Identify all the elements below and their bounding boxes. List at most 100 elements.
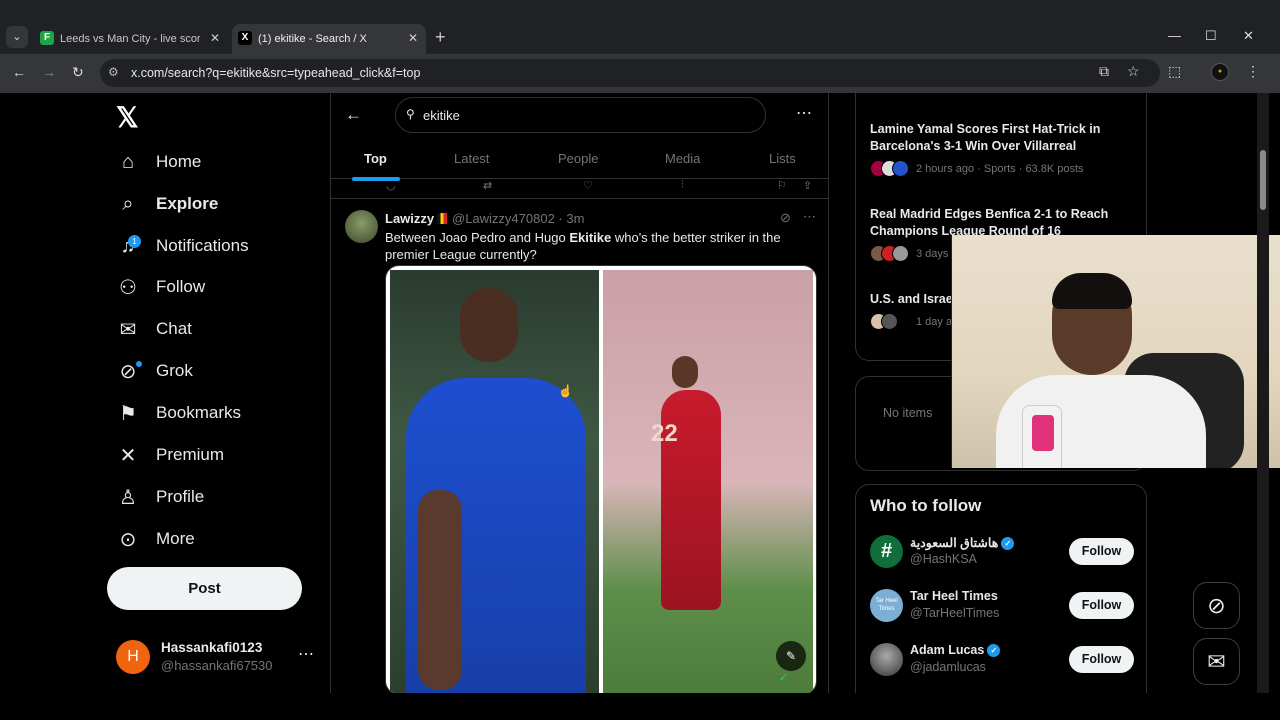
share-icon[interactable]: ⇪ (803, 179, 812, 192)
new-tab-icon[interactable]: + (435, 27, 446, 48)
follow-button[interactable]: Follow (1069, 538, 1134, 565)
nav-label: Explore (156, 194, 219, 213)
microphone-band (1032, 415, 1054, 451)
avatar[interactable] (870, 643, 903, 676)
nav-grok[interactable]: ⊘ Grok (116, 355, 193, 387)
tab-lists[interactable]: Lists (769, 151, 796, 166)
more-horizontal-icon[interactable]: ⋯ (298, 644, 314, 664)
tab-latest[interactable]: Latest (454, 151, 489, 166)
profile-avatar-icon[interactable]: ● (1211, 63, 1229, 81)
window-close-icon[interactable]: ✕ (1243, 28, 1254, 44)
nav-explore[interactable]: ⌕ Explore (116, 188, 218, 220)
reply-icon[interactable]: ◡ (386, 179, 396, 192)
reload-icon[interactable]: ↻ (72, 64, 84, 81)
nav-profile[interactable]: ♙ Profile (116, 481, 204, 513)
nav-label: Bookmarks (156, 403, 242, 422)
nav-more[interactable]: ⊙ More (116, 523, 195, 555)
avatar-stack (870, 160, 912, 177)
avatar[interactable] (345, 210, 378, 243)
news-item[interactable]: Lamine Yamal Scores First Hat-Trick in B… (870, 121, 1140, 177)
follow-button[interactable]: Follow (1069, 592, 1134, 619)
follow-suggestion[interactable]: # هاشتاق السعودية ✓ @HashKSA Follow (870, 533, 1140, 573)
suggestion-name[interactable]: Tar Heel Times (910, 589, 998, 603)
repost-icon[interactable]: ⇄ (483, 179, 492, 192)
home-icon: ⌂ (121, 150, 135, 173)
account-switcher[interactable]: H Hassankafi0123 @hassankafi67530 ⋯ (116, 636, 326, 680)
search-input[interactable]: ⚲ ekitike (395, 97, 766, 133)
news-title: Lamine Yamal Scores First Hat-Trick in B… (870, 122, 1101, 153)
search-icon: ⌕ (122, 192, 134, 215)
player-head (672, 356, 698, 388)
close-tab-icon[interactable]: ✕ (408, 31, 418, 45)
url-text: x.com/search?q=ekitike&src=typeahead_cli… (131, 66, 421, 80)
more-circle-icon: ⊙ (119, 528, 137, 551)
post-button[interactable]: Post (107, 567, 302, 610)
browser-menu-icon[interactable]: ⋮ (1246, 63, 1260, 80)
site-info-icon[interactable]: ⚙ (108, 65, 119, 79)
install-app-icon[interactable]: ⧉ (1099, 63, 1109, 80)
maximize-icon[interactable]: ☐ (1205, 28, 1217, 44)
account-handle: @hassankafi67530 (161, 658, 273, 673)
suggestion-handle: @TarHeelTimes (910, 606, 1000, 620)
previous-post-actions: ◡ ⇄ ♡ ⫶ ⚐ ⇪ (331, 179, 828, 199)
player-photo-left[interactable]: ☝ (390, 270, 599, 693)
tab-search-button[interactable]: ⌄ (6, 26, 28, 48)
nav-premium[interactable]: ✕ Premium (116, 439, 224, 471)
edit-image-icon[interactable]: ✎ (776, 641, 806, 671)
browser-toolbar: ← → ↻ ⚙ x.com/search?q=ekitike&src=typea… (0, 54, 1280, 93)
tweet[interactable]: Lawizzy @Lawizzy470802 · 3m ⊘ ⋯ Between … (331, 200, 828, 693)
tweet-media[interactable]: ☝ 22 ✎ ✓ (385, 265, 817, 693)
tab-top[interactable]: Top (364, 151, 387, 166)
x-logo-icon[interactable]: 𝕏 (116, 101, 139, 134)
scrollbar-thumb[interactable] (1260, 150, 1266, 210)
tab-people[interactable]: People (558, 151, 598, 166)
close-tab-icon[interactable]: ✕ (210, 31, 220, 45)
webcam-overlay (951, 235, 1280, 468)
player-photo-right[interactable]: 22 (603, 270, 813, 693)
grok-icon: ⊘ (116, 359, 142, 384)
nav-label: More (156, 529, 195, 548)
follow-suggestion[interactable]: Adam Lucas ✓ @jadamlucas Follow (870, 641, 1140, 681)
messages-fab-icon[interactable]: ✉ (1193, 638, 1240, 685)
grok-explain-icon[interactable]: ⊘ (780, 210, 791, 226)
back-arrow-icon[interactable]: ← (345, 105, 362, 125)
browser-tab[interactable]: F Leeds vs Man City - live score, p ✕ (34, 24, 228, 54)
back-icon[interactable]: ← (12, 64, 26, 80)
new-indicator-dot (136, 360, 142, 367)
empty-state-text: No items (883, 406, 933, 420)
like-icon[interactable]: ♡ (583, 179, 593, 192)
nav-home[interactable]: ⌂ Home (116, 146, 201, 178)
check-icon: ✓ (779, 672, 789, 684)
browser-tab-active[interactable]: X (1) ekitike - Search / X ✕ (232, 24, 426, 54)
tab-title: (1) ekitike - Search / X (258, 33, 367, 45)
extensions-icon[interactable]: ⬚ (1168, 63, 1181, 80)
tweet-author-handle[interactable]: @Lawizzy470802 · 3m (452, 211, 584, 226)
minimize-icon[interactable]: — (1168, 28, 1181, 43)
more-horizontal-icon[interactable]: ⋯ (803, 209, 816, 225)
search-query: ekitike (423, 108, 460, 123)
follow-button[interactable]: Follow (1069, 646, 1134, 673)
grok-fab-icon[interactable]: ⊘ (1193, 582, 1240, 629)
nav-follow[interactable]: ⚇ Follow (116, 271, 205, 303)
jersey-number: 22 (651, 420, 678, 447)
nav-bookmarks[interactable]: ⚑ Bookmarks (116, 397, 241, 429)
suggestion-name[interactable]: Adam Lucas ✓ (910, 643, 1001, 658)
views-icon[interactable]: ⫶ (681, 179, 684, 192)
nav-chat[interactable]: ✉ Chat (116, 313, 192, 345)
nav-notifications[interactable]: ♫ 1 Notifications (116, 230, 249, 262)
tweet-author-name[interactable]: Lawizzy (385, 211, 434, 226)
arm (418, 490, 462, 690)
address-bar[interactable]: ⚙ x.com/search?q=ekitike&src=typeahead_c… (100, 59, 1160, 87)
page-scrollbar[interactable] (1257, 93, 1269, 693)
suggestion-name[interactable]: هاشتاق السعودية ✓ (910, 535, 1015, 551)
avatar[interactable]: Tar Heel Times (870, 589, 903, 622)
nav-label: Grok (156, 361, 193, 380)
forward-icon[interactable]: → (42, 64, 56, 80)
tab-media[interactable]: Media (665, 151, 700, 166)
follow-suggestion[interactable]: Tar Heel Times Tar Heel Times @TarHeelTi… (870, 587, 1140, 627)
bookmark-star-icon[interactable]: ☆ (1127, 63, 1140, 80)
avatar[interactable]: # (870, 535, 903, 568)
bookmark-icon: ⚑ (119, 402, 137, 425)
search-options-icon[interactable]: ⋯ (796, 103, 812, 123)
bookmark-icon[interactable]: ⚐ (777, 179, 787, 192)
